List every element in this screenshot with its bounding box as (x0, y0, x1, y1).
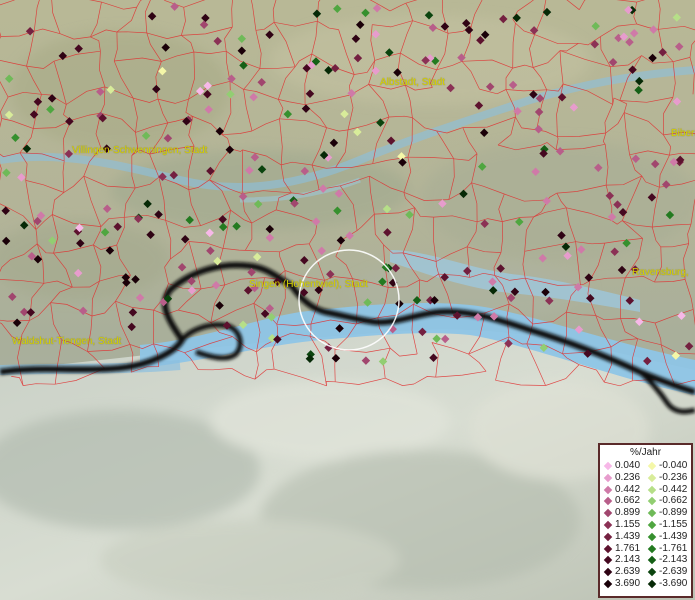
legend-swatch-negative (647, 485, 657, 494)
legend-value-positive: 1.439 (615, 530, 641, 542)
legend-value-positive: 0.662 (615, 495, 641, 507)
legend-swatch-positive (603, 461, 613, 471)
city-label-ravensburg: Ravensburg, (632, 267, 689, 278)
map-canvas[interactable] (0, 0, 695, 600)
legend-swatch-negative (647, 579, 657, 589)
legend-swatch-negative (647, 532, 657, 542)
legend-swatch-positive (603, 567, 613, 577)
legend-value-negative: -1.155 (659, 518, 688, 530)
legend: %/Jahr 0.040 -0.040 0.236 -0.236 0.442 -0.442… (598, 443, 693, 598)
legend-swatch-positive (603, 520, 613, 530)
legend-value-negative: -0.662 (659, 495, 688, 507)
legend-swatch-positive (603, 579, 613, 589)
legend-swatch-positive (603, 497, 613, 506)
legend-swatch-positive (603, 556, 613, 565)
legend-value-positive: 0.442 (615, 483, 641, 495)
legend-value-negative: -2.639 (659, 566, 688, 578)
legend-swatch-negative (647, 497, 657, 506)
legend-value-negative: -1.761 (659, 542, 688, 554)
legend-row: 0.899 -0.899 (602, 507, 692, 519)
legend-swatch-positive (603, 544, 613, 553)
legend-row: 1.155 -1.155 (602, 519, 692, 531)
legend-row: 0.040 -0.040 (602, 460, 692, 472)
legend-value-positive: 0.040 (615, 460, 641, 471)
legend-value-positive: 2.143 (615, 554, 641, 566)
legend-row: 3.690 -3.690 (602, 578, 692, 590)
legend-row: 2.639 -2.639 (602, 566, 692, 578)
legend-row: 2.143 -2.143 (602, 554, 692, 566)
legend-value-positive: 0.236 (615, 471, 641, 483)
legend-value-positive: 2.639 (615, 566, 641, 578)
legend-swatch-negative (647, 556, 657, 565)
legend-swatch-positive (603, 532, 613, 542)
legend-swatch-negative (647, 567, 657, 577)
legend-swatch-negative (647, 508, 657, 518)
legend-value-negative: -2.143 (659, 554, 688, 566)
legend-value-negative: -0.899 (659, 507, 688, 519)
legend-value-negative: -3.690 (659, 577, 688, 589)
city-label-waldshut-tiengen: Waldshut-Tiengen, Stadt (12, 336, 122, 347)
map-view[interactable]: Albstadt, Stadt Villingen-Schwenningen, … (0, 0, 695, 600)
city-label-biberach: Bibera (671, 128, 695, 139)
legend-value-positive: 3.690 (615, 577, 641, 589)
legend-swatch-positive (603, 508, 613, 518)
city-label-albstadt: Albstadt, Stadt (380, 77, 446, 88)
legend-swatch-negative (647, 473, 657, 483)
legend-value-negative: -0.236 (659, 471, 688, 483)
legend-swatch-positive (603, 485, 613, 494)
city-label-singen: Singen (Hohentwiel), Stadt (249, 279, 368, 290)
legend-value-positive: 0.899 (615, 507, 641, 519)
legend-row: 0.236 -0.236 (602, 472, 692, 484)
legend-value-negative: -0.040 (659, 460, 688, 471)
legend-value-negative: -1.439 (659, 530, 688, 542)
legend-row: 0.662 -0.662 (602, 495, 692, 507)
legend-title: %/Jahr (629, 447, 662, 458)
legend-swatch-negative (647, 461, 657, 471)
legend-swatch-negative (647, 544, 657, 553)
legend-value-negative: -0.442 (659, 483, 688, 495)
legend-rows: 0.040 -0.040 0.236 -0.236 0.442 -0.442 0.662 -0… (602, 460, 692, 590)
legend-swatch-negative (647, 520, 657, 530)
legend-swatch-positive (603, 473, 613, 483)
legend-row: 1.439 -1.439 (602, 531, 692, 543)
legend-value-positive: 1.155 (615, 518, 641, 530)
city-label-villingen-schwenningen: Villingen-Schwenningen, Stadt (72, 145, 208, 156)
legend-row: 1.761 -1.761 (602, 543, 692, 555)
legend-row: 0.442 -0.442 (602, 484, 692, 496)
legend-value-positive: 1.761 (615, 542, 641, 554)
